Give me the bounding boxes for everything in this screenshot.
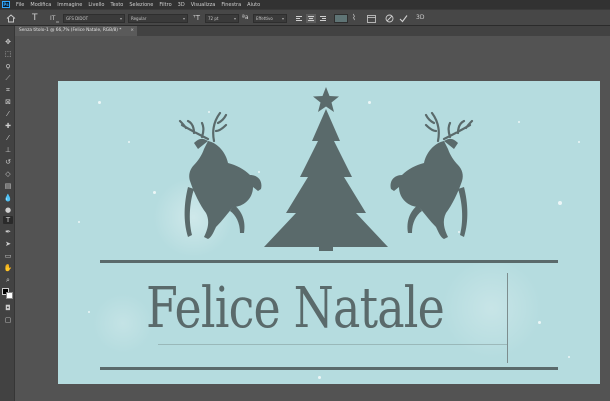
menu-immagine[interactable]: Immagine: [57, 2, 82, 8]
eraser-tool-icon[interactable]: ◇: [3, 170, 13, 178]
document-canvas[interactable]: Felice Natale: [58, 81, 600, 384]
menu-selezione[interactable]: Selezione: [129, 2, 153, 8]
menu-3d[interactable]: 3D: [178, 2, 185, 8]
menu-file[interactable]: File: [16, 2, 24, 8]
font-size-icon: ᵀT: [193, 14, 200, 22]
dodge-tool-icon[interactable]: ●: [3, 206, 13, 214]
svg-text:IT: IT: [50, 15, 56, 22]
warp-text-icon[interactable]: ⌇: [352, 13, 356, 23]
font-style-select[interactable]: Regular ▾: [128, 14, 188, 23]
home-icon[interactable]: [6, 13, 16, 23]
marquee-tool-icon[interactable]: ⬚: [3, 50, 13, 58]
cancel-icon[interactable]: [385, 13, 394, 23]
text-baseline-guide: [158, 344, 508, 345]
color-swatches[interactable]: [2, 288, 13, 299]
menu-testo[interactable]: Testo: [110, 2, 123, 8]
move-tool-icon[interactable]: ✥: [3, 38, 13, 46]
options-bar: T IT GFS DIDOT ▾ Regular ▾ ᵀT 72 pt ▾ ªa Ef…: [0, 9, 610, 26]
star-icon: [313, 87, 339, 112]
chevron-down-icon: ▾: [119, 16, 122, 21]
reindeer-left-icon: [178, 111, 262, 239]
menu-filtro[interactable]: Filtro: [159, 2, 171, 8]
antialias-select[interactable]: Effettivo ▾: [253, 14, 287, 23]
chevron-down-icon: ▾: [281, 16, 284, 21]
eyedropper-tool-icon[interactable]: ⁄: [3, 110, 13, 118]
reindeer-right-icon: [390, 111, 474, 239]
healing-brush-tool-icon[interactable]: ✚: [3, 122, 13, 130]
align-right-button[interactable]: [318, 14, 328, 23]
bottom-divider: [100, 367, 558, 370]
menu-livello[interactable]: Livello: [88, 2, 104, 8]
hand-tool-icon[interactable]: ✋: [3, 264, 13, 272]
menu-aiuto[interactable]: Aiuto: [247, 2, 260, 8]
path-selection-tool-icon[interactable]: ➤: [3, 240, 13, 248]
tools-panel: ✥ ⬚ ϙ ⟋ ⌗ ⊠ ⁄ ✚ ⁄ ⊥ ↺ ◇ ▤ 💧 ● T ✒ ➤ ▭ ✋ …: [0, 26, 15, 401]
tree-icon: [264, 109, 388, 247]
align-left-button[interactable]: [294, 14, 304, 23]
blur-tool-icon[interactable]: 💧: [3, 194, 13, 202]
menu-finestra[interactable]: Finestra: [221, 2, 241, 8]
close-icon[interactable]: ×: [130, 26, 134, 36]
screen-mode-icon[interactable]: ▢: [3, 316, 13, 324]
antialias-icon: ªa: [242, 14, 249, 21]
shape-tool-icon[interactable]: ▭: [3, 252, 13, 260]
clone-stamp-tool-icon[interactable]: ⊥: [3, 146, 13, 154]
document-tab-label: Senza titolo-1 @ 66,7% (Felice Natale, R…: [19, 28, 122, 33]
zoom-tool-icon[interactable]: ⌕: [3, 276, 13, 284]
document-tab[interactable]: Senza titolo-1 @ 66,7% (Felice Natale, R…: [15, 26, 137, 36]
brush-tool-icon[interactable]: ⁄: [3, 134, 13, 142]
menu-visualizza[interactable]: Visualizza: [191, 2, 216, 8]
background-color[interactable]: [6, 292, 13, 299]
chevron-down-icon: ▾: [233, 16, 236, 21]
quick-selection-tool-icon[interactable]: ⟋: [3, 74, 13, 82]
lasso-tool-icon[interactable]: ϙ: [3, 62, 13, 70]
pen-tool-icon[interactable]: ✒: [3, 228, 13, 236]
headline-text[interactable]: Felice Natale: [146, 277, 445, 341]
menu-modifica[interactable]: Modifica: [30, 2, 51, 8]
document-tab-row: Senza titolo-1 @ 66,7% (Felice Natale, R…: [15, 26, 610, 36]
text-orientation-icon[interactable]: IT: [50, 13, 60, 23]
frame-tool-icon[interactable]: ⊠: [3, 98, 13, 106]
history-brush-tool-icon[interactable]: ↺: [3, 158, 13, 166]
chevron-down-icon: ▾: [182, 16, 185, 21]
menu-bar: Ps File Modifica Immagine Livello Testo …: [0, 0, 610, 9]
gradient-tool-icon[interactable]: ▤: [3, 182, 13, 190]
commit-check-icon[interactable]: [399, 13, 408, 23]
text-tool-preset-icon[interactable]: T: [32, 13, 38, 23]
crop-tool-icon[interactable]: ⌗: [3, 86, 13, 94]
font-size-select[interactable]: 72 pt ▾: [205, 14, 239, 23]
character-panel-icon[interactable]: [367, 13, 376, 23]
app-logo[interactable]: Ps: [2, 1, 10, 8]
align-center-button[interactable]: [306, 14, 316, 23]
text-insertion-cursor: [507, 273, 508, 363]
3d-text-icon[interactable]: 3D: [416, 13, 424, 23]
quick-mask-icon[interactable]: ◘: [3, 304, 13, 312]
text-color-swatch[interactable]: [334, 14, 348, 23]
font-family-select[interactable]: GFS DIDOT ▾: [63, 14, 125, 23]
type-tool-icon[interactable]: T: [3, 216, 13, 224]
top-divider: [100, 260, 558, 263]
tree-trunk: [319, 245, 333, 251]
